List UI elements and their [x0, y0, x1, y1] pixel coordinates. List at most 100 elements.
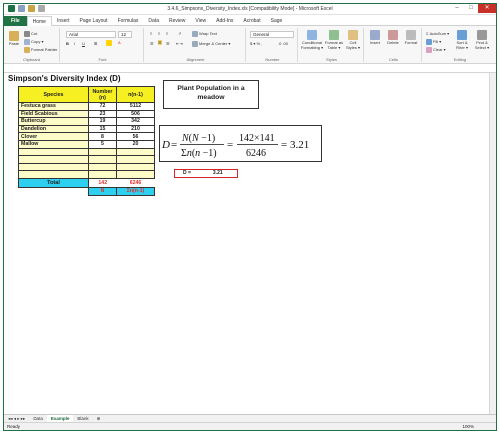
total-row: Total 142 6246 [18, 177, 155, 188]
diversity-formula[interactable]: D = N(N −1) Σn(n −1) = 142×141 6246 = 3.… [159, 125, 322, 162]
empty-cell[interactable] [88, 170, 117, 179]
tab-insert[interactable]: Insert [52, 16, 75, 26]
n-cell[interactable]: 5 [88, 139, 117, 149]
n-cell[interactable]: 15 [88, 124, 117, 134]
nn-cell[interactable]: 20 [116, 139, 155, 149]
maximize-icon[interactable]: □ [464, 4, 478, 13]
tab-data[interactable]: Data [143, 16, 164, 26]
cut-button[interactable]: Cut [24, 31, 37, 37]
empty-cell[interactable] [116, 170, 155, 179]
align-right-icon[interactable]: ☰ [166, 41, 170, 46]
fill-color-icon[interactable] [106, 40, 113, 46]
empty-cell[interactable] [18, 170, 89, 179]
tab-add-ins[interactable]: Add-Ins [211, 16, 238, 26]
delete-cells-button[interactable]: Delete [384, 30, 402, 46]
paste-button[interactable]: Paste [7, 31, 21, 47]
species-cell[interactable]: Clover [18, 132, 89, 141]
borders-icon[interactable]: ⊞ [94, 41, 97, 46]
font-name-field[interactable]: Arial [66, 31, 116, 38]
empty-cell[interactable] [88, 155, 117, 164]
empty-cell[interactable] [18, 162, 89, 172]
tab-sage[interactable]: Sage [266, 16, 288, 26]
merge-center-button[interactable]: Merge & Center ▾ [192, 41, 230, 47]
total-nn[interactable]: 6246 [117, 178, 155, 187]
nn-cell[interactable]: 342 [116, 117, 155, 126]
n-cell[interactable]: 19 [88, 117, 117, 126]
species-cell[interactable]: Festuca grass [18, 102, 89, 111]
align-center-icon[interactable]: ☰ [158, 40, 162, 45]
wrap-text-button[interactable]: Wrap Text [192, 31, 217, 37]
font-size-field[interactable]: 12 [118, 31, 132, 38]
decimal-icon[interactable]: .0 .00 [278, 41, 288, 46]
species-cell[interactable]: Buttercup [18, 117, 89, 126]
species-cell[interactable]: Mallow [18, 139, 89, 149]
orientation-icon[interactable]: ↗ [178, 31, 181, 36]
currency-icon[interactable]: $ ▾ % , [250, 41, 262, 46]
insert-cells-button[interactable]: Insert [366, 30, 384, 46]
excel-window: 3.4.6_Simpsons_Diversity_Index.xls [Comp… [3, 3, 497, 431]
format-cells-button[interactable]: Format [402, 30, 420, 46]
italic-button[interactable]: I [74, 41, 75, 46]
autosum-button[interactable]: Σ AutoSum ▾ [426, 31, 449, 36]
symbol-n[interactable]: N [88, 186, 117, 196]
tab-home[interactable]: Home [26, 15, 52, 26]
underline-button[interactable]: U [82, 41, 85, 46]
find-select-button[interactable]: Find & Select ▾ [472, 30, 492, 50]
cell-styles-label: Cell Styles ▾ [345, 40, 360, 50]
tab-view[interactable]: View [190, 16, 211, 26]
sheet-tabs: ◂◂ ◂ ▸ ▸▸ Data Example Blank ⊕ [4, 414, 496, 423]
tab-page-layout[interactable]: Page Layout [74, 16, 112, 26]
vertical-scrollbar[interactable] [489, 73, 496, 414]
align-top-icon[interactable]: ≡ [150, 31, 152, 36]
fill-button[interactable]: Fill ▾ [426, 39, 441, 45]
zoom-level[interactable]: 100% [462, 423, 474, 430]
d-result-box[interactable]: D = 3.21 [174, 169, 238, 178]
symbol-nn[interactable]: Σn(n-1) [116, 186, 155, 196]
species-cell[interactable]: Field Scabious [18, 109, 89, 119]
align-bottom-icon[interactable]: ≡ [166, 31, 168, 36]
cell-styles-button[interactable]: Cell Styles ▾ [344, 30, 362, 50]
empty-cell[interactable] [116, 147, 155, 157]
tab-file[interactable]: File [4, 15, 27, 26]
sort-filter-button[interactable]: Sort & Filter ▾ [452, 30, 472, 50]
tab-acrobat[interactable]: Acrobat [238, 16, 265, 26]
font-color-icon[interactable]: A [118, 40, 121, 45]
clear-button[interactable]: Clear ▾ [426, 47, 446, 53]
copy-label: Copy ▾ [31, 39, 44, 45]
nn-cell[interactable]: 210 [116, 124, 155, 134]
nn-cell[interactable]: 506 [116, 109, 155, 119]
total-label[interactable]: Total [18, 177, 89, 188]
minimize-icon[interactable]: – [450, 4, 464, 13]
empty-cell[interactable] [88, 162, 117, 172]
number-format-field[interactable]: General [250, 31, 294, 38]
format-as-table-button[interactable]: Format as Table ▾ [324, 30, 344, 50]
svg-text:N(N −1): N(N −1) [181, 133, 215, 144]
align-left-icon[interactable]: ☰ [150, 41, 154, 46]
bold-button[interactable]: B [66, 41, 69, 46]
empty-cell[interactable] [116, 162, 155, 172]
svg-text:= 3.21: = 3.21 [281, 139, 309, 151]
empty-cell[interactable] [19, 187, 89, 195]
format-painter-button[interactable]: Format Painter [24, 47, 57, 53]
n-cell[interactable]: 72 [88, 102, 117, 111]
empty-cell[interactable] [116, 155, 155, 164]
align-middle-icon[interactable]: ≡ [158, 31, 160, 36]
nn-cell[interactable]: 56 [116, 132, 155, 141]
worksheet[interactable]: Simpson's Diversity Index (D) Species Nu… [4, 73, 496, 414]
formula-bar[interactable] [4, 64, 496, 73]
close-icon[interactable]: ✕ [478, 4, 496, 13]
n-cell[interactable]: 23 [88, 109, 117, 119]
tab-formulas[interactable]: Formulas [113, 16, 144, 26]
total-n[interactable]: 142 [89, 178, 117, 187]
copy-button[interactable]: Copy ▾ [24, 39, 43, 45]
species-cell[interactable]: Dandelion [18, 124, 89, 134]
empty-cell[interactable] [18, 147, 89, 157]
nn-cell[interactable]: 5112 [116, 102, 155, 111]
empty-cell[interactable] [18, 155, 89, 164]
tab-review[interactable]: Review [164, 16, 190, 26]
conditional-formatting-button[interactable]: Conditional Formatting ▾ [300, 30, 324, 50]
indent-icon[interactable]: ⇤⇥ [176, 41, 183, 46]
empty-cell[interactable] [88, 147, 117, 157]
plant-population-note[interactable]: Plant Population in a meadow [163, 80, 259, 109]
n-cell[interactable]: 8 [88, 132, 117, 141]
